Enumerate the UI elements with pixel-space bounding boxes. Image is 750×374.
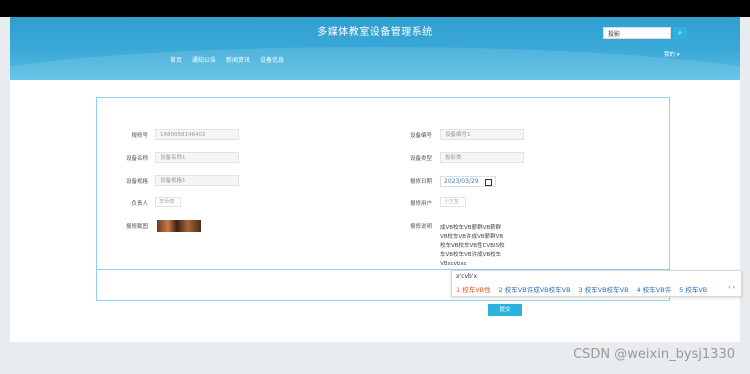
ime-candidate[interactable]: 2 校车VB许成VB校车VB: [499, 284, 571, 294]
user-menu[interactable]: 我的 ▾: [664, 50, 680, 58]
description-line: 成VB校车VB薪群VB薪群: [440, 225, 502, 231]
repair-user-select[interactable]: 小王友: [440, 197, 466, 207]
nav-item-news[interactable]: 新闻资讯: [226, 55, 250, 64]
description-line: VBxcvbxc: [440, 261, 467, 267]
label-device-name: 设备名称: [125, 156, 148, 162]
description-line: VB校车VB许成VB薪群VB: [440, 234, 504, 240]
ime-candidate-popup: x'cvb'x 1 校车VB性 2 校车VB许成VB校车VB 3 校车VB校车V…: [451, 270, 742, 297]
owner-select[interactable]: 李师傅: [155, 197, 181, 207]
ime-candidate[interactable]: 4 校车VB许: [637, 284, 672, 294]
repair-date-value: 2023/03/29: [444, 178, 479, 185]
label-repair-date: 报修日期: [409, 179, 432, 185]
ime-candidate-list: 1 校车VB性 2 校车VB许成VB校车VB 3 校车VB校车VB 4 校车VB…: [456, 284, 707, 294]
watermark: CSDN @weixin_bysj1330: [573, 347, 735, 362]
label-device-spec: 设备规格: [125, 179, 148, 185]
device-no-field[interactable]: 设备编号1: [440, 129, 524, 140]
submit-button[interactable]: 提交: [488, 304, 522, 316]
label-owner: 负责人: [131, 201, 148, 207]
description-line: 校车VB校车VB性CVBIS校: [440, 243, 505, 249]
ime-page-arrows[interactable]: ‹ ›: [728, 284, 735, 291]
device-spec-field[interactable]: 设备规格1: [155, 175, 239, 186]
ime-candidate[interactable]: 5 校车VB: [679, 284, 707, 294]
calendar-icon[interactable]: [485, 179, 492, 186]
nav-item-notices[interactable]: 通知公告: [192, 55, 216, 64]
device-type-field[interactable]: 投影类: [440, 152, 524, 163]
label-repair-no: 报修号: [131, 133, 148, 139]
label-screenshot: 报修截图: [125, 224, 148, 230]
description-line: 车VB校车VB许成VB校车: [440, 252, 502, 258]
repair-date-field[interactable]: 2023/03/29: [440, 176, 496, 187]
ime-candidate[interactable]: 3 校车VB校车VB: [579, 284, 629, 294]
label-device-type: 设备类型: [409, 156, 432, 162]
label-device-no: 设备编号: [409, 133, 432, 139]
search-button[interactable]: ⌕: [673, 27, 687, 39]
nav-item-home[interactable]: 首页: [170, 55, 182, 64]
main-nav: 首页 通知公告 新闻资讯 设备信息: [170, 55, 284, 64]
repair-no-field[interactable]: 1680058146402: [155, 129, 239, 140]
label-repair-user: 报修用户: [409, 201, 432, 207]
ime-typed-text: x'cvb'x: [456, 273, 478, 280]
search-icon: ⌕: [678, 29, 682, 37]
device-name-field[interactable]: 设备名称1: [155, 152, 239, 163]
window-top-bar: [0, 0, 750, 17]
ime-candidate[interactable]: 1 校车VB性: [456, 284, 491, 294]
repair-screenshot-image[interactable]: [157, 220, 201, 232]
description-textarea[interactable]: 成VB校车VB薪群VB薪群 VB校车VB许成VB薪群VB 校车VB校车VB性CV…: [440, 224, 520, 269]
label-description: 报修说明: [409, 224, 432, 230]
search-input[interactable]: [603, 27, 671, 39]
nav-item-devices[interactable]: 设备信息: [260, 55, 284, 64]
content-area: [10, 80, 740, 342]
